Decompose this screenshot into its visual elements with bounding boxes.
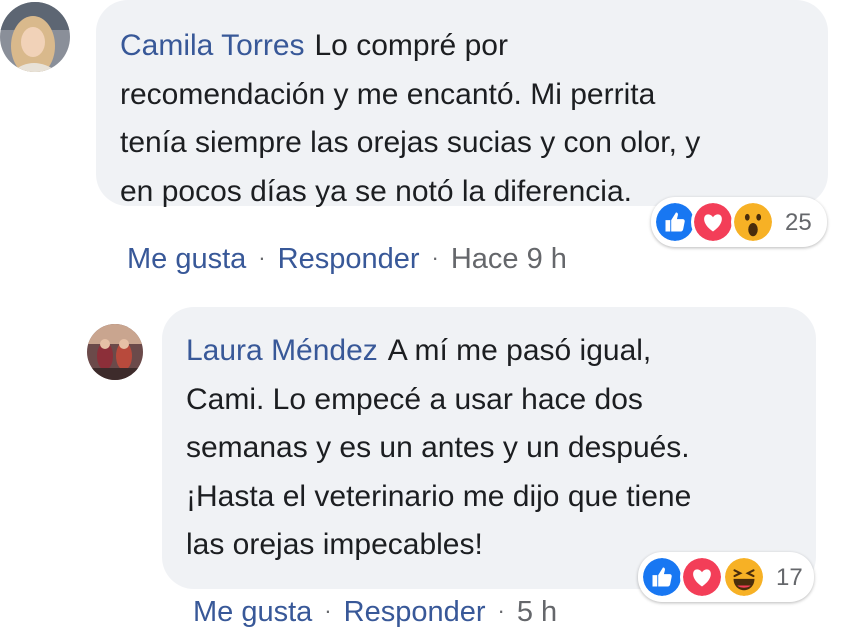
comment-line: Lo compré por [314,29,508,62]
reply-button[interactable]: Responder [278,243,420,275]
avatar[interactable] [0,2,70,72]
comment-actions: Me gusta · Responder · 5 h [193,596,557,629]
reaction-summary[interactable]: 17 [638,552,814,602]
avatar-photo [87,324,143,380]
like-button[interactable]: Me gusta [193,596,312,628]
love-icon [691,200,735,244]
comment-author[interactable]: Laura Méndez [186,334,378,367]
comment-line: en pocos días ya se notó la diferencia. [120,174,632,208]
like-icon [640,555,684,599]
comment-line: Cami. Lo empecé a usar hace dos [186,382,643,416]
comment-line: tenía siempre las orejas sucias y con ol… [120,126,701,159]
love-icon [680,555,724,599]
comment-body: Laura Méndez A mí me pasó igual, Cami. Lo… [186,327,801,577]
wow-icon [731,200,775,244]
comment-line: semanas y es un antes y un después. [186,431,690,464]
comment-timestamp[interactable]: Hace 9 h [451,243,567,275]
comment-line: ¡Hasta el veterinario me dijo que tiene [186,479,692,513]
reply-button[interactable]: Responder [344,596,486,628]
reaction-count: 25 [785,209,812,236]
comment-line: recomendación y me encantó. Mi perrita [120,77,656,111]
reaction-count: 17 [776,564,803,591]
comment-line: las orejas impecables! [186,528,483,561]
comment-body: Camila Torres Lo compré por recomendación… [120,22,810,212]
comment-actions: Me gusta · Responder · Hace 9 h [127,243,567,276]
separator: · [497,598,505,623]
like-button[interactable]: Me gusta [127,243,246,275]
comment-author[interactable]: Camila Torres [120,29,305,62]
avatar[interactable] [87,324,143,380]
comment-line: A mí me pasó igual, [387,334,652,367]
haha-icon [722,555,766,599]
separator: · [324,598,332,623]
reaction-summary[interactable]: 25 [651,197,827,247]
comment-timestamp[interactable]: 5 h [517,596,557,628]
separator: · [431,245,439,270]
avatar-photo [0,2,70,72]
separator: · [258,245,266,270]
